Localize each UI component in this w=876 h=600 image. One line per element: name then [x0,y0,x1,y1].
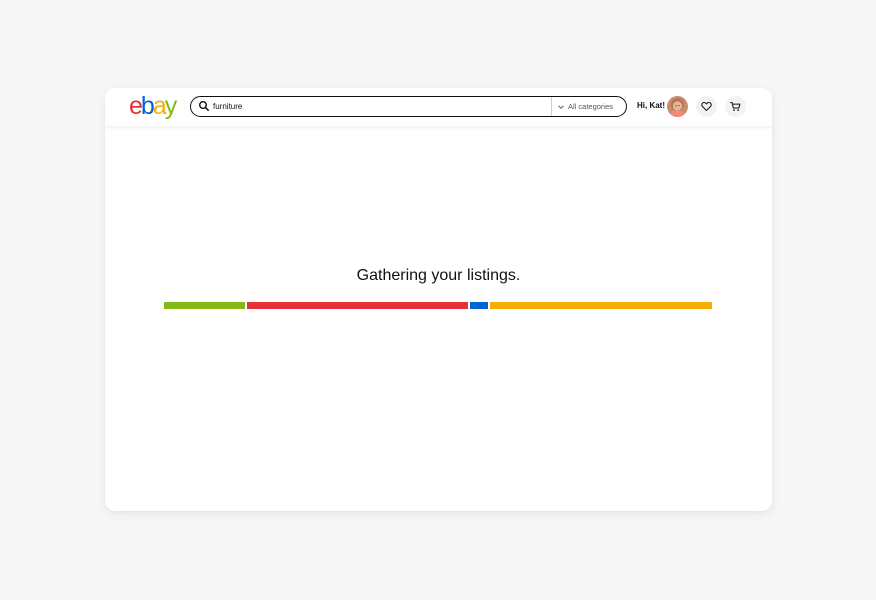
logo-letter-a: a [152,92,167,120]
progress-segment-green [164,302,245,309]
avatar-image [667,96,688,117]
browser-window: ebay All categories Hi, Kat! [105,88,772,511]
logo-letter-e: e [129,92,143,120]
category-label: All categories [568,102,614,111]
progress-segment-yellow [490,302,712,309]
search-icon[interactable] [198,100,210,112]
logo-letter-b: b [140,92,155,120]
search-bar[interactable]: All categories [190,96,627,117]
watchlist-button[interactable] [696,96,717,117]
avatar[interactable] [667,96,688,117]
cart-icon [730,101,741,111]
search-divider [551,97,552,116]
chevron-down-icon [558,104,564,109]
logo-letter-y: y [164,92,177,120]
loading-message: Gathering your listings. [356,267,521,284]
user-greeting[interactable]: Hi, Kat! [637,101,665,110]
heart-icon [701,102,712,111]
main-content: Gathering your listings. [105,126,772,511]
search-input[interactable] [213,98,543,115]
site-header: ebay All categories Hi, Kat! [105,88,772,126]
category-dropdown[interactable]: All categories [557,97,613,116]
progress-segment-blue [470,302,488,309]
progress-segment-red [247,302,468,309]
loading-progress-bar [164,302,712,309]
cart-button[interactable] [725,96,746,117]
ebay-logo[interactable]: ebay [129,92,177,120]
